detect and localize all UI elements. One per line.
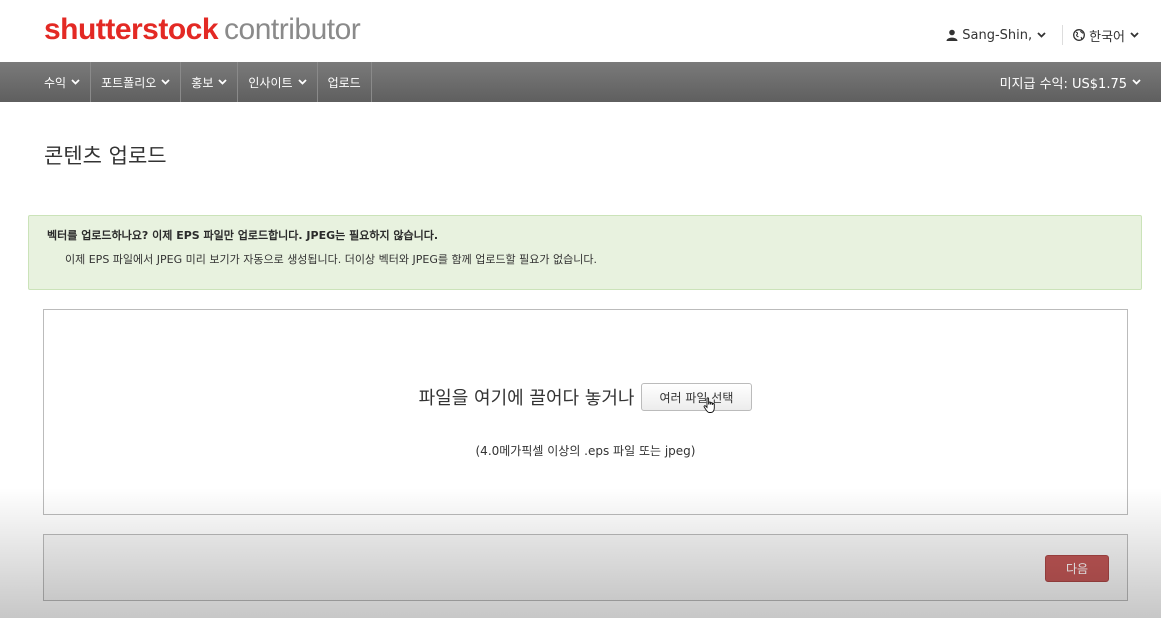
logo-brand: shutterstock: [44, 13, 219, 46]
chevron-down-icon: [1037, 32, 1046, 38]
nav-item-label: 포트폴리오: [101, 75, 157, 90]
nav-item-earnings[interactable]: 수익: [34, 62, 92, 102]
nav-item-label: 업로드: [327, 75, 361, 90]
nav-item-label: 수익: [44, 75, 67, 90]
file-dropzone[interactable]: 파일을 여기에 끌어다 놓거나 여러 파일 선택 (4.0메가픽셀 이상의 .e…: [43, 309, 1128, 515]
drop-row: 파일을 여기에 끌어다 놓거나 여러 파일 선택: [44, 383, 1127, 413]
nav-item-label: 홍보: [191, 75, 214, 90]
language-label: 한국어: [1089, 29, 1125, 45]
file-requirements-hint: (4.0메가픽셀 이상의 .eps 파일 또는 jpeg): [475, 444, 696, 458]
divider: [1062, 25, 1064, 45]
language-menu[interactable]: 한국어: [1073, 26, 1143, 45]
unpaid-earnings-label: 미지급 수익: US$1.75: [999, 76, 1127, 92]
select-files-button[interactable]: 여러 파일 선택: [640, 383, 753, 413]
user-area: Sang-Shin, 한국어: [946, 25, 1143, 45]
nav-item-portfolio[interactable]: 포트폴리오: [91, 62, 182, 102]
nav-item-upload[interactable]: 업로드: [318, 62, 372, 102]
select-files-label: 여러 파일 선택: [659, 390, 734, 405]
chevron-down-icon: [1130, 32, 1139, 38]
page-title: 콘텐츠 업로드: [44, 144, 167, 168]
alert-title: 벡터를 업로드하나요? 이제 EPS 파일만 업로드합니다. JPEG는 필요하…: [47, 229, 439, 242]
drop-instruction: 파일을 여기에 끌어다 놓거나: [418, 388, 635, 409]
chevron-down-icon: [161, 79, 170, 85]
next-button[interactable]: 다음: [1045, 555, 1109, 582]
footer-panel: 다음: [43, 534, 1128, 601]
chevron-down-icon: [71, 79, 80, 85]
shutterstock-contributor-logo[interactable]: shutterstock contributor: [44, 12, 361, 48]
nav-item-promotion[interactable]: 홍보: [181, 62, 239, 102]
chevron-down-icon: [297, 79, 307, 85]
nav-item-label: 인사이트: [248, 75, 293, 90]
unpaid-earnings-menu[interactable]: 미지급 수익: US$1.75: [1000, 62, 1161, 102]
logo-suffix: contributor: [224, 13, 361, 46]
main-nav: 수익 포트폴리오 홍보 인사이트 업로드 미지급 수익: US$1.75: [0, 62, 1161, 102]
user-icon: [946, 29, 958, 41]
vector-info-alert: 벡터를 업로드하나요? 이제 EPS 파일만 업로드합니다. JPEG는 필요하…: [28, 215, 1142, 290]
alert-body: 이제 EPS 파일에서 JPEG 미리 보기가 자동으로 생성됩니다. 더이상 …: [65, 253, 598, 266]
hand-cursor-icon: [703, 397, 715, 413]
chevron-down-icon: [218, 79, 228, 85]
user-name: Sang-Shin,: [962, 27, 1033, 43]
chevron-down-icon: [1132, 79, 1141, 85]
globe-icon: [1073, 29, 1086, 41]
header: shutterstock contributor Sang-Shin, 한국어: [0, 0, 1161, 62]
user-menu[interactable]: Sang-Shin,: [946, 28, 1062, 43]
nav-item-insights[interactable]: 인사이트: [238, 62, 318, 102]
nav-items: 수익 포트폴리오 홍보 인사이트 업로드: [0, 62, 372, 102]
